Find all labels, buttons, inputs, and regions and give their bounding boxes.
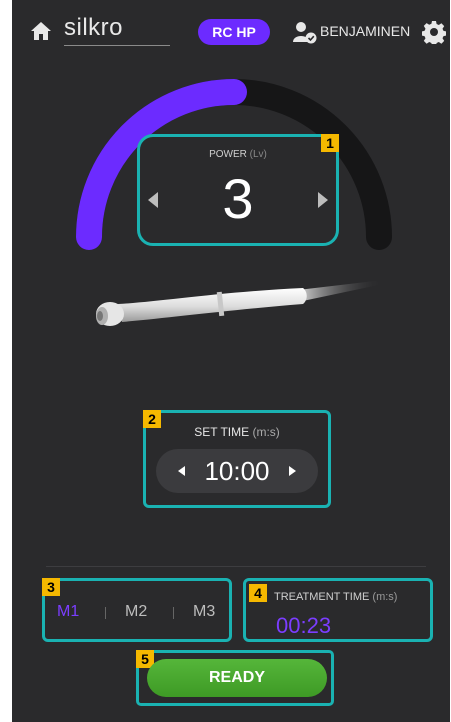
set-time-label-text: SET TIME [194, 425, 250, 439]
callout-badge-4: 4 [249, 584, 267, 602]
set-time-unit: (m:s) [252, 425, 280, 439]
set-time-value: 10:00 [204, 455, 270, 486]
device-screen: silkro RC HP BENJAMINEN 1 POWER (Lv) 3 2… [12, 0, 450, 722]
treatment-time-value: 00:23 [276, 613, 332, 638]
ready-control: 5 READY [136, 650, 334, 706]
mode-m1[interactable]: M1 [57, 603, 79, 621]
logo-underline [64, 45, 170, 46]
power-unit: (Lv) [249, 149, 267, 160]
set-time-label: SET TIME (m:s) [146, 425, 328, 439]
power-control: 1 POWER (Lv) 3 [137, 134, 339, 246]
mode-m2[interactable]: M2 [125, 603, 147, 621]
time-increase-arrow-icon[interactable] [288, 466, 296, 476]
mode-badge[interactable]: RC HP [198, 19, 270, 45]
treatment-time-display: 4 TREATMENT TIME (m:s) 00:23 [243, 578, 433, 642]
callout-badge-3: 3 [42, 578, 60, 596]
user-check-icon[interactable] [292, 20, 318, 44]
gear-icon[interactable] [422, 20, 446, 44]
power-decrease-arrow-icon[interactable] [146, 191, 160, 209]
mode-m3[interactable]: M3 [193, 603, 215, 621]
silkro-logo: silkro [64, 14, 124, 41]
power-value: 3 [222, 167, 254, 230]
header: silkro RC HP BENJAMINEN [12, 0, 450, 64]
set-time-control: 2 SET TIME (m:s) 10:00 [143, 410, 331, 508]
power-label-text: POWER [209, 149, 247, 160]
power-increase-arrow-icon[interactable] [316, 191, 330, 209]
mode-separator [105, 607, 106, 619]
handpiece-image [96, 280, 383, 326]
set-time-stepper[interactable]: 10:00 [156, 449, 318, 493]
power-label: POWER (Lv) [140, 149, 336, 160]
treatment-time-label-text: TREATMENT TIME [274, 591, 370, 603]
mode-selector: 3 M1 M2 M3 [42, 578, 232, 642]
divider [46, 566, 426, 567]
user-name[interactable]: BENJAMINEN [320, 23, 410, 39]
home-icon[interactable] [30, 20, 52, 42]
ready-button[interactable]: READY [147, 659, 327, 697]
treatment-time-unit: (m:s) [372, 591, 398, 603]
time-decrease-arrow-icon[interactable] [178, 466, 186, 476]
mode-separator [173, 607, 174, 619]
treatment-time-label: TREATMENT TIME (m:s) [274, 591, 397, 603]
